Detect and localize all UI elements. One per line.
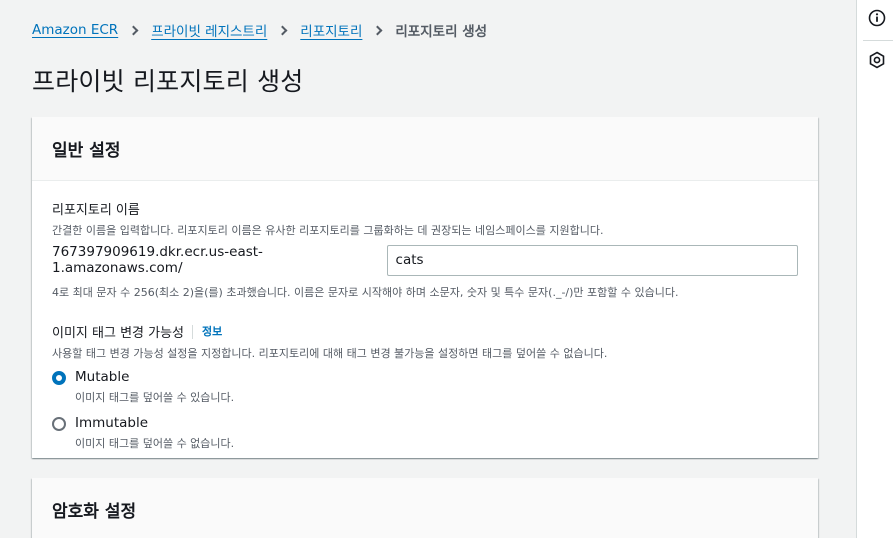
chevron-right-icon — [128, 25, 139, 35]
breadcrumb-current: 리포지토리 생성 — [395, 24, 488, 40]
right-tools-rail — [856, 0, 896, 538]
tag-mutability-label-row: 이미지 태그 변경 가능성 정보 — [52, 322, 798, 341]
immutable-label: Immutable — [75, 415, 149, 431]
settings-hex-icon[interactable] — [868, 51, 886, 69]
breadcrumb: Amazon ECR 프라이빗 레지스트리 리포지토리 리포지토리 생성 — [32, 20, 487, 40]
breadcrumb-repositories[interactable]: 리포지토리 — [300, 20, 362, 40]
general-settings-title: 일반 설정 — [52, 141, 121, 161]
general-settings-panel: 일반 설정 리포지토리 이름 간결한 이름을 입력합니다. 리포지토리 이름은 … — [32, 117, 818, 458]
repo-name-input[interactable] — [386, 244, 798, 276]
repo-name-row: 767397909619.dkr.ecr.us-east-1.amazonaws… — [52, 244, 798, 276]
mutable-description: 이미지 태그를 덮어쓸 수 있습니다. — [75, 391, 235, 404]
repo-uri-prefix: 767397909619.dkr.ecr.us-east-1.amazonaws… — [52, 244, 263, 276]
immutable-radio-button[interactable] — [52, 417, 66, 431]
encryption-settings-panel: 암호화 설정 — [32, 478, 818, 538]
repo-name-label: 리포지토리 이름 — [52, 203, 140, 218]
info-link[interactable]: 정보 — [192, 324, 222, 339]
mutable-radio-option[interactable]: Mutable 이미지 태그를 덮어쓸 수 있습니다. — [52, 369, 798, 405]
info-icon[interactable] — [868, 9, 886, 27]
repo-name-constraint: 4로 최대 문자 수 256(최소 2)을(를) 초과했습니다. 이름은 문자로… — [52, 286, 679, 299]
mutable-radio-button[interactable] — [52, 371, 66, 385]
repo-name-description: 간결한 이름을 입력합니다. 리포지토리 이름은 유사한 리포지토리를 그룹화하… — [52, 224, 604, 237]
mutable-label: Mutable — [75, 369, 130, 385]
breadcrumb-private-registry[interactable]: 프라이빗 레지스트리 — [151, 20, 267, 40]
page-title: 프라이빗 리포지토리 생성 — [32, 67, 304, 96]
immutable-radio-option[interactable]: Immutable 이미지 태그를 덮어쓸 수 없습니다. — [52, 415, 798, 451]
encryption-settings-title: 암호화 설정 — [52, 502, 137, 522]
chevron-right-icon — [372, 25, 383, 35]
tag-mutability-label: 이미지 태그 변경 가능성 — [52, 326, 184, 341]
chevron-right-icon — [277, 25, 288, 35]
tag-mutability-description: 사용할 태그 변경 가능성 설정을 지정합니다. 리포지토리에 대해 태그 변경… — [52, 347, 608, 360]
encryption-settings-header: 암호화 설정 — [32, 478, 818, 538]
general-settings-header: 일반 설정 — [32, 117, 818, 181]
immutable-description: 이미지 태그를 덮어쓸 수 없습니다. — [75, 437, 235, 450]
rail-divider — [863, 40, 893, 41]
breadcrumb-amazon-ecr[interactable]: Amazon ECR — [32, 22, 118, 38]
